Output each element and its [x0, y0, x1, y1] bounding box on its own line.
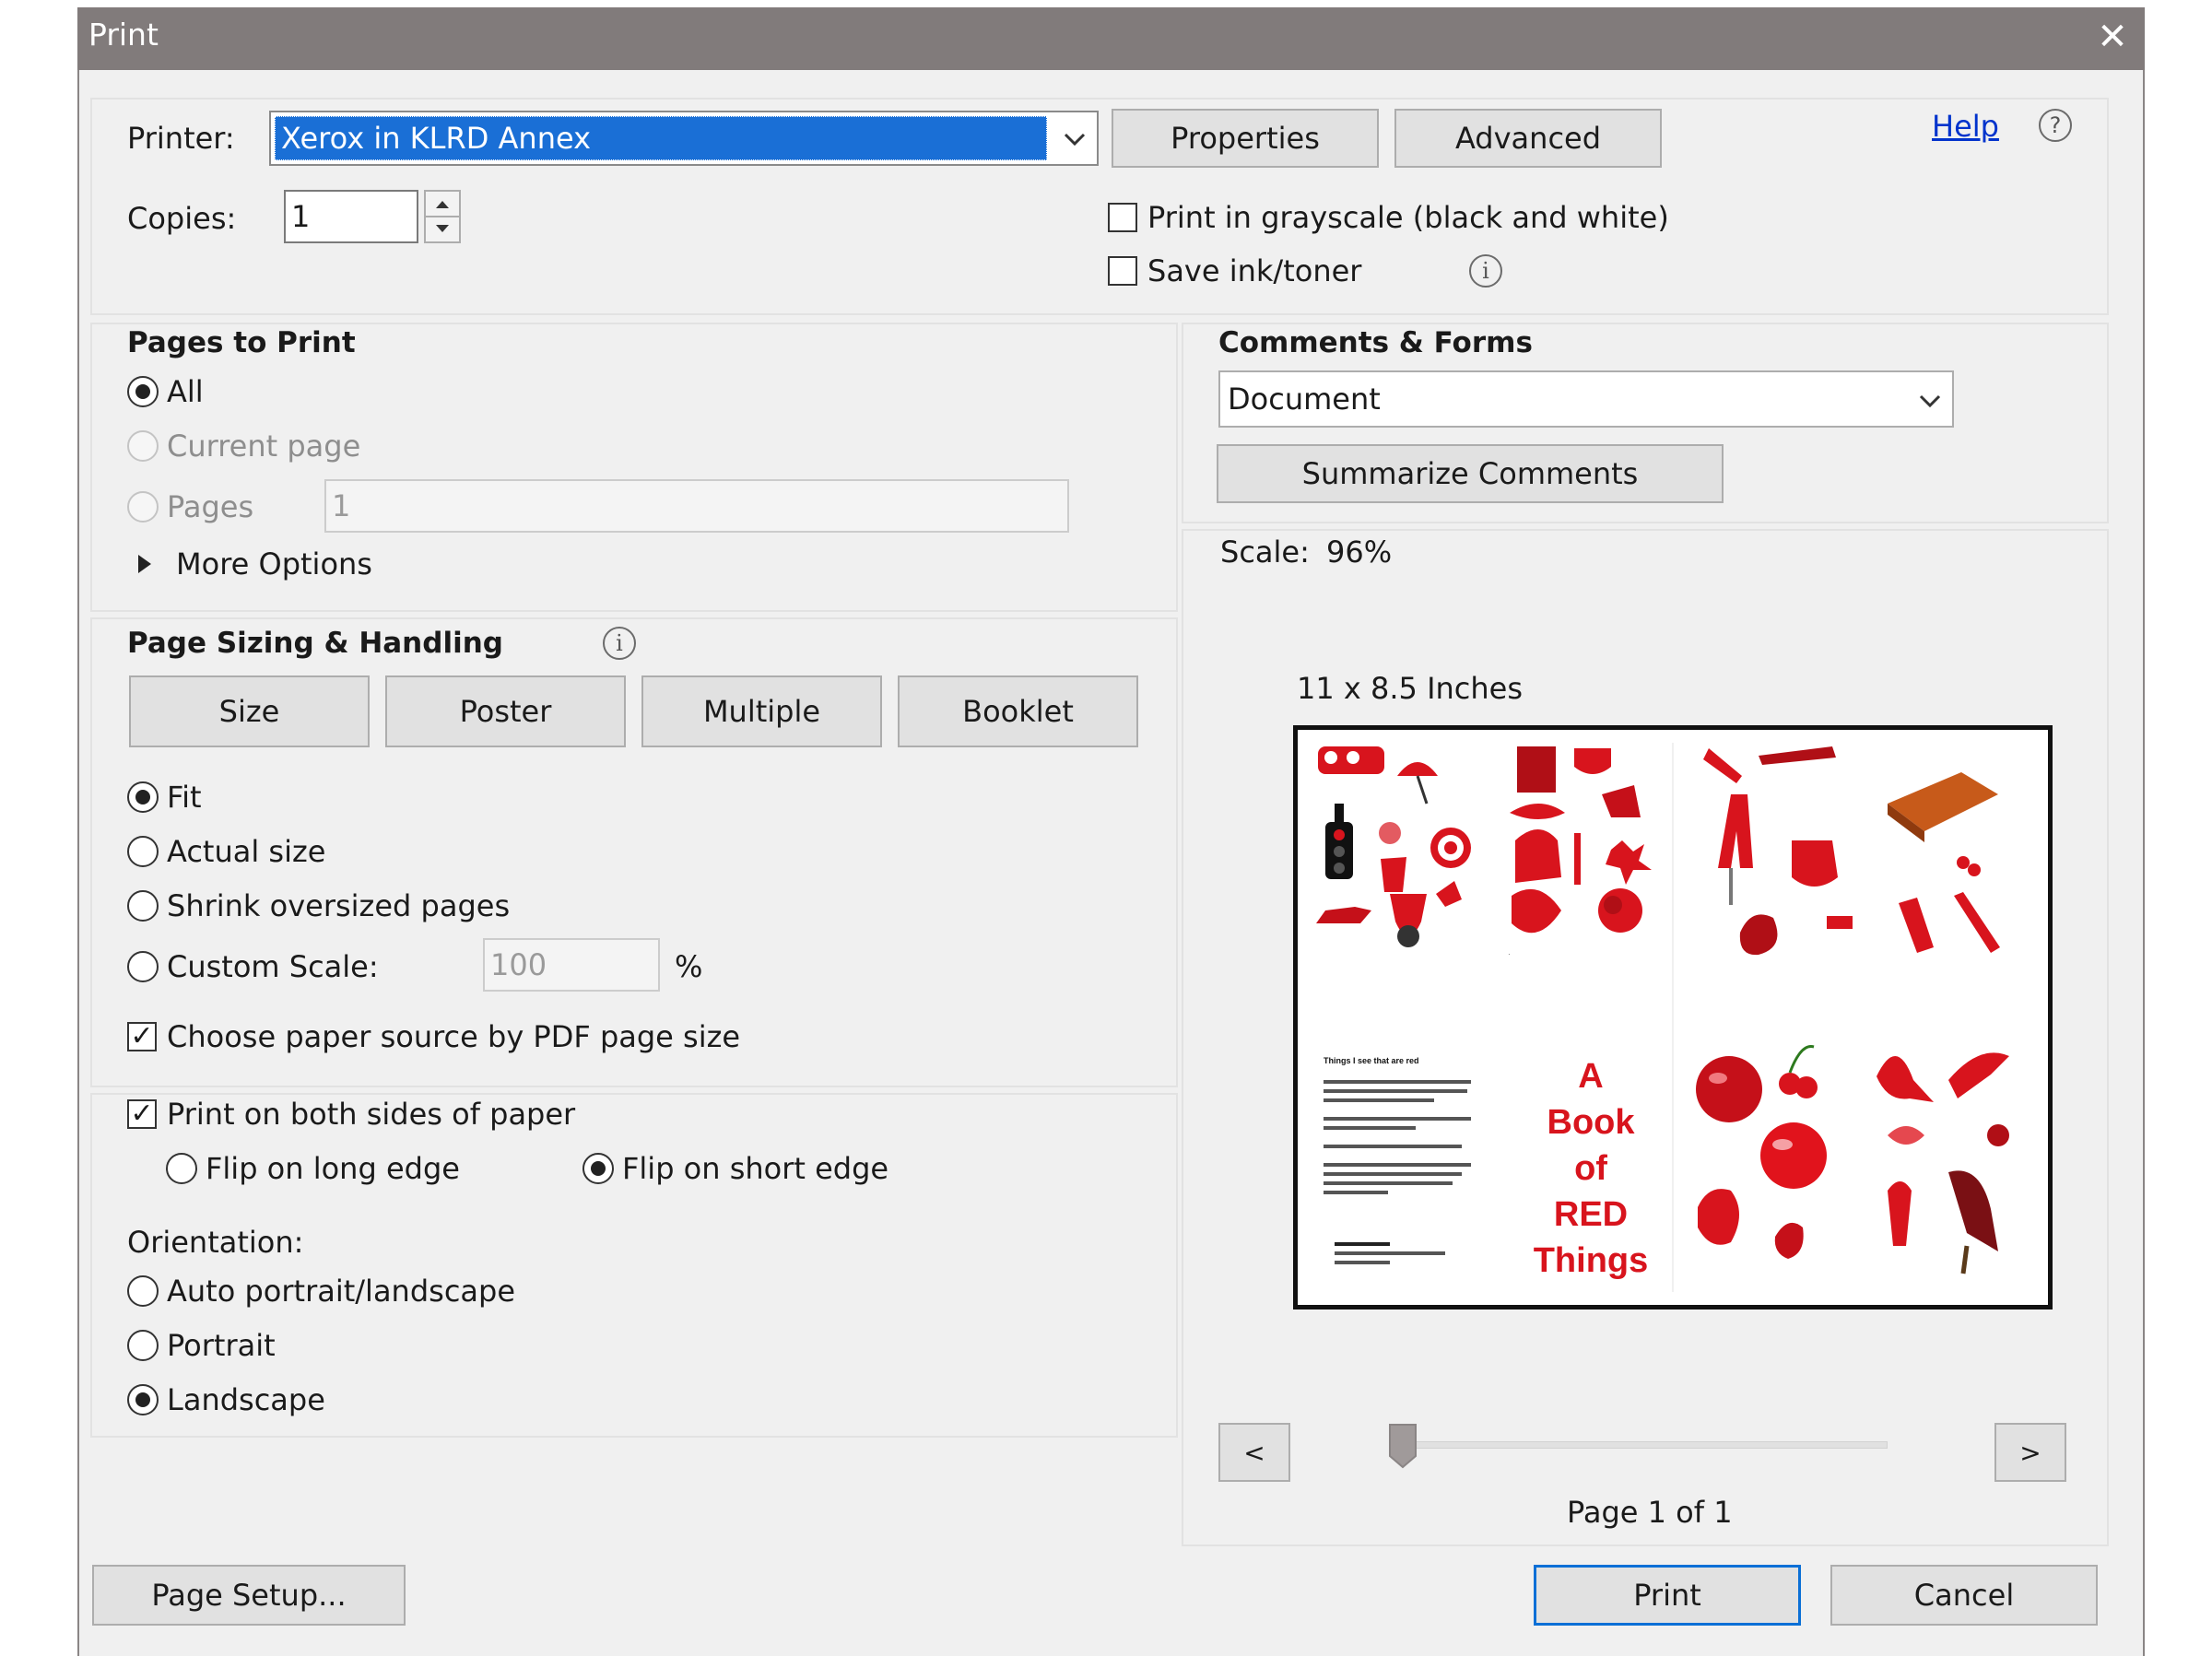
- paper-source-checkbox[interactable]: ✓: [127, 1022, 157, 1051]
- page-setup-button[interactable]: Page Setup...: [92, 1565, 406, 1626]
- comments-forms-heading: Comments & Forms: [1218, 326, 1533, 359]
- book-title-line-1: A: [1578, 1057, 1603, 1096]
- book-title-line-3: of: [1574, 1149, 1607, 1188]
- scale-label: Scale: 96%: [1220, 534, 1392, 570]
- pages-range-input[interactable]: 1: [324, 479, 1069, 533]
- scale-value: 96%: [1326, 534, 1393, 570]
- summarize-comments-button[interactable]: Summarize Comments: [1217, 444, 1724, 503]
- flip-short-edge-label: Flip on short edge: [622, 1151, 889, 1186]
- portrait-radio[interactable]: [127, 1330, 159, 1361]
- grayscale-label: Print in grayscale (black and white): [1147, 200, 1669, 235]
- portrait-label: Portrait: [167, 1328, 276, 1363]
- help-link[interactable]: Help: [1932, 109, 1999, 144]
- svg-text:Things I see that are red: Things I see that are red: [1324, 1056, 1419, 1065]
- info-circle-icon[interactable]: i: [1469, 254, 1502, 288]
- fit-label: Fit: [167, 780, 202, 815]
- save-ink-label: Save ink/toner: [1147, 253, 1362, 288]
- advanced-button[interactable]: Advanced: [1394, 109, 1662, 168]
- printer-name: Xerox in KLRD Annex: [281, 121, 592, 156]
- pages-radio[interactable]: [127, 491, 159, 523]
- triangle-right-icon[interactable]: [136, 551, 155, 577]
- comments-forms-select[interactable]: Document: [1218, 370, 1954, 428]
- cancel-button[interactable]: Cancel: [1830, 1565, 2098, 1626]
- chevron-down-icon[interactable]: [1910, 378, 1950, 422]
- chevron-down-icon[interactable]: [1054, 116, 1095, 160]
- current-page-radio[interactable]: [127, 430, 159, 462]
- more-options-label[interactable]: More Options: [176, 546, 372, 581]
- book-title-line-5: Things: [1534, 1241, 1649, 1280]
- current-page-label: Current page: [167, 429, 361, 464]
- shrink-radio[interactable]: [127, 890, 159, 922]
- percent-label: %: [675, 949, 703, 984]
- orientation-heading: Orientation:: [127, 1225, 304, 1260]
- auto-orientation-label: Auto portrait/landscape: [167, 1274, 516, 1309]
- close-icon[interactable]: ✕: [2085, 9, 2140, 65]
- copies-label: Copies:: [127, 201, 237, 236]
- actual-size-radio[interactable]: [127, 836, 159, 867]
- book-title-line-4: RED: [1554, 1195, 1628, 1234]
- copies-input[interactable]: 1: [284, 190, 418, 243]
- custom-scale-radio[interactable]: [127, 951, 159, 982]
- book-title-line-2: Book: [1547, 1103, 1636, 1142]
- page-preview: · Things I see that are red A Book of RE…: [1293, 725, 2053, 1310]
- custom-scale-input[interactable]: 100: [483, 938, 660, 992]
- info-circle-icon[interactable]: i: [603, 627, 636, 660]
- landscape-label: Landscape: [167, 1382, 325, 1417]
- page-slider-thumb[interactable]: [1388, 1423, 1418, 1469]
- landscape-radio[interactable]: [127, 1384, 159, 1415]
- prev-page-button[interactable]: <: [1218, 1423, 1290, 1482]
- multiple-tab[interactable]: Multiple: [641, 675, 882, 747]
- title-bar: [77, 7, 2145, 70]
- window-title: Print: [88, 17, 159, 53]
- svg-text:·: ·: [1508, 950, 1511, 958]
- comments-forms-value: Document: [1228, 382, 1381, 417]
- page-sizing-heading: Page Sizing & Handling: [127, 627, 503, 660]
- page-preview-thumbnail: · Things I see that are red A Book of RE…: [1305, 737, 2041, 1298]
- booklet-tab[interactable]: Booklet: [898, 675, 1138, 747]
- paper-source-label: Choose paper source by PDF page size: [167, 1019, 741, 1054]
- all-pages-radio[interactable]: [127, 376, 159, 407]
- poster-tab[interactable]: Poster: [385, 675, 626, 747]
- size-tab[interactable]: Size: [129, 675, 370, 747]
- grayscale-checkbox[interactable]: [1108, 203, 1137, 232]
- next-page-button[interactable]: >: [1994, 1423, 2066, 1482]
- flip-long-edge-radio[interactable]: [166, 1153, 197, 1184]
- auto-orientation-radio[interactable]: [127, 1275, 159, 1307]
- printer-select[interactable]: Xerox in KLRD Annex: [269, 111, 1099, 166]
- custom-scale-label: Custom Scale:: [167, 949, 379, 984]
- all-pages-label: All: [167, 374, 204, 409]
- paper-size-label: 11 x 8.5 Inches: [1297, 671, 1524, 706]
- save-ink-checkbox[interactable]: [1108, 256, 1137, 286]
- page-slider-track[interactable]: [1390, 1441, 1888, 1449]
- pages-to-print-heading: Pages to Print: [127, 326, 356, 359]
- flip-short-edge-radio[interactable]: [582, 1153, 614, 1184]
- page-counter: Page 1 of 1: [1567, 1495, 1733, 1530]
- help-circle-icon[interactable]: ?: [2039, 109, 2072, 142]
- shrink-label: Shrink oversized pages: [167, 888, 511, 923]
- flip-long-edge-label: Flip on long edge: [206, 1151, 460, 1186]
- scale-label-text: Scale:: [1220, 534, 1310, 570]
- actual-size-label: Actual size: [167, 834, 326, 869]
- copies-stepper[interactable]: [424, 190, 461, 243]
- pages-label: Pages: [167, 489, 254, 524]
- fit-radio[interactable]: [127, 781, 159, 813]
- print-button[interactable]: Print: [1534, 1565, 1801, 1626]
- properties-button[interactable]: Properties: [1112, 109, 1379, 168]
- printer-select-value: Xerox in KLRD Annex: [275, 116, 1047, 160]
- both-sides-checkbox[interactable]: ✓: [127, 1099, 157, 1129]
- printer-label: Printer:: [127, 121, 235, 156]
- both-sides-label: Print on both sides of paper: [167, 1097, 576, 1132]
